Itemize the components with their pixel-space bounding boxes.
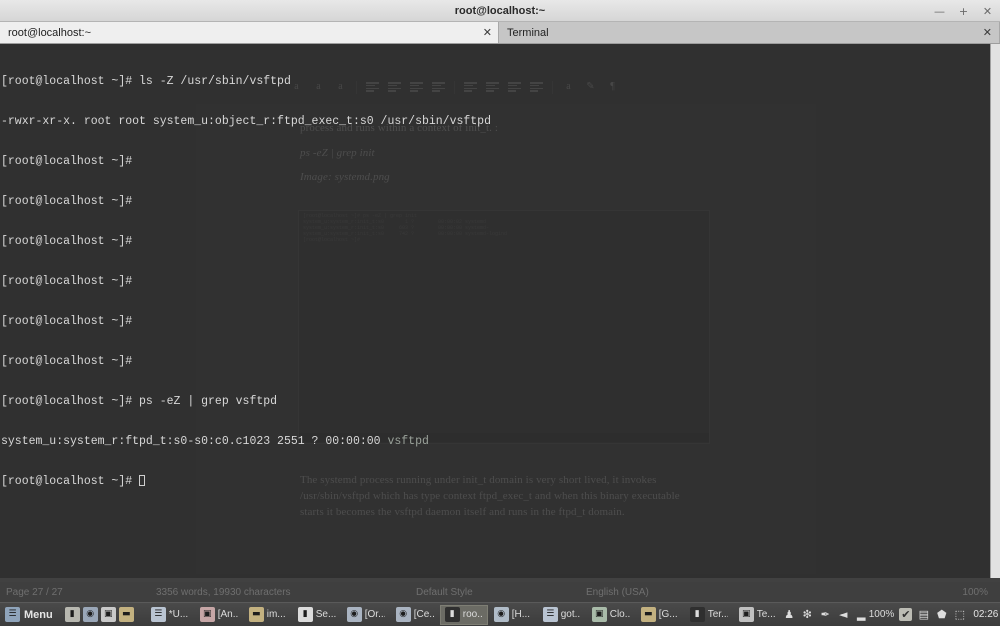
writer-icon: ☰ [542,607,558,622]
folder-icon: ▬ [640,607,656,622]
tab-label: Terminal [507,26,549,39]
tab-terminal[interactable]: Terminal ✕ [499,22,1000,43]
globe-launcher-icon[interactable]: ◉ [82,607,98,622]
task-label: Te... [756,609,776,620]
task-label: [H... [511,609,531,620]
impress-icon: ▣ [591,607,607,622]
terminal-scrollbar[interactable] [990,44,1000,578]
terminal-window[interactable]: root@localhost:~ — + ✕ root@localhost:~ … [0,0,1000,578]
tab-bar[interactable]: root@localhost:~ ✕ Terminal ✕ [0,22,1000,44]
tab-close-icon[interactable]: ✕ [975,26,992,39]
security-shield-icon[interactable]: ⬟ [935,608,948,621]
terminal-line: [root@localhost ~]# [1,274,133,288]
grep-match: vsftpd [387,434,429,448]
task-label: im... [266,609,286,620]
browser-icon: ◉ [346,607,362,622]
terminal-line: [root@localhost ~]# [1,154,133,168]
maximize-button[interactable]: + [957,5,970,18]
camera-icon: ▣ [738,607,754,622]
task-button-writer-2[interactable]: ☰ got... [538,605,586,625]
network-icon[interactable]: ⬚ [953,608,966,621]
tab-root-localhost[interactable]: root@localhost:~ ✕ [0,22,499,43]
window-title: root@localhost:~ [454,4,546,17]
close-button[interactable]: ✕ [981,5,994,18]
terminal-line: [root@localhost ~]# [1,354,133,368]
menu-label: Menu [24,608,53,621]
volume-icon[interactable]: ◄ [837,608,850,621]
task-label: Ter... [707,609,728,620]
clock[interactable]: 02:26 [971,609,1000,620]
camera-launcher-icon[interactable]: ▣ [100,607,116,622]
terminal-icon: ▮ [689,607,705,622]
writer-icon: ☰ [150,607,166,622]
task-button-cloud[interactable]: ▣ Clo... [587,605,635,625]
window-controls[interactable]: — + ✕ [933,0,994,22]
quick-launch-bar[interactable]: ▮ ◉ ▣ ▬ [61,607,138,622]
battery-icon: ▂ [857,608,866,621]
task-label: Clo... [609,609,630,620]
scrollbar-thumb[interactable] [991,44,1000,578]
tab-label: root@localhost:~ [8,26,92,39]
status-word-count[interactable]: 3356 words, 19930 characters [150,587,410,598]
display-icon[interactable]: ▤ [917,608,930,621]
task-button-impress[interactable]: ▣ [An... [195,605,243,625]
terminal-line: [root@localhost ~]# ps -eZ | grep vsftpd [1,394,278,408]
title-bar[interactable]: root@localhost:~ — + ✕ [0,0,1000,22]
terminal-cursor [139,475,146,486]
battery-indicator[interactable]: ▂ 100% [855,608,895,621]
terminal-line: [root@localhost ~]# ls -Z /usr/sbin/vsft… [1,74,291,88]
taskbar[interactable]: ☰ Menu ▮ ◉ ▣ ▬ ☰ *U... ▣ [An... ▬ im... … [0,602,1000,626]
terminal-line-prompt: [root@localhost ~]# [1,475,990,488]
browser-icon: ◉ [395,607,411,622]
menu-icon: ☰ [5,607,20,622]
task-button-browser-2[interactable]: ◉ [Ce... [391,605,439,625]
user-icon[interactable]: ♟ [783,608,796,621]
terminal-line: [root@localhost ~]# [1,194,133,208]
writer-status-bar: Page 27 / 27 3356 words, 19930 character… [0,582,1000,602]
folder-icon: ▬ [248,607,264,622]
status-zoom-level[interactable]: 100% [956,587,1000,598]
task-label: *U... [168,609,189,620]
task-label: [Ce... [413,609,434,620]
system-tray[interactable]: ♟ ❇ ✒ ◄ ▂ 100% ✔ ▤ ⬟ ⬚ 02:26 ◫ [783,608,1000,621]
status-language[interactable]: English (USA) [580,587,750,598]
task-label: Se... [315,609,336,620]
task-label: [Or... [364,609,385,620]
task-button-terminal-2[interactable]: ▮ Ter... [685,605,733,625]
task-label: [An... [217,609,238,620]
terminal-line: [root@localhost ~]# [1,314,133,328]
terminal-body[interactable]: [root@localhost ~]# ls -Z /usr/sbin/vsft… [0,44,1000,578]
battery-label: 100% [868,609,895,620]
document-icon: ▮ [297,607,313,622]
impress-icon: ▣ [199,607,215,622]
terminal-launcher-icon[interactable]: ▮ [64,607,80,622]
task-button-folder-2[interactable]: ▬ [G... [636,605,684,625]
folder-launcher-icon[interactable]: ▬ [118,607,134,622]
minimize-button[interactable]: — [933,5,946,18]
task-label: roo... [462,609,483,620]
terminal-line: -rwxr-xr-x. root root system_u:object_r:… [1,114,491,128]
task-button-images-folder[interactable]: ▬ im... [244,605,292,625]
task-button-browser-3[interactable]: ◉ [H... [489,605,537,625]
task-button-camera[interactable]: ▣ Te... [734,605,782,625]
menu-button[interactable]: ☰ Menu [2,604,60,625]
brightness-pen-icon[interactable]: ✒ [819,608,832,621]
task-label: got... [560,609,581,620]
task-button-document[interactable]: ▮ Se... [293,605,341,625]
terminal-screen[interactable]: [root@localhost ~]# ls -Z /usr/sbin/vsft… [0,44,990,578]
terminal-line: system_u:system_r:ftpd_t:s0-s0:c0.c1023 … [1,434,429,448]
status-page-number[interactable]: Page 27 / 27 [0,587,150,598]
task-label: [G... [658,609,678,620]
updates-icon[interactable]: ✔ [899,608,913,621]
terminal-line: [root@localhost ~]# [1,234,133,248]
bluetooth-icon[interactable]: ❇ [801,608,814,621]
tab-close-icon[interactable]: ✕ [475,26,492,39]
task-button-browser-1[interactable]: ◉ [Or... [342,605,390,625]
browser-icon: ◉ [493,607,509,622]
task-button-writer[interactable]: ☰ *U... [146,605,194,625]
status-paragraph-style[interactable]: Default Style [410,587,580,598]
task-button-terminal-active[interactable]: ▮ roo... [439,604,488,625]
terminal-icon: ▮ [444,607,460,622]
